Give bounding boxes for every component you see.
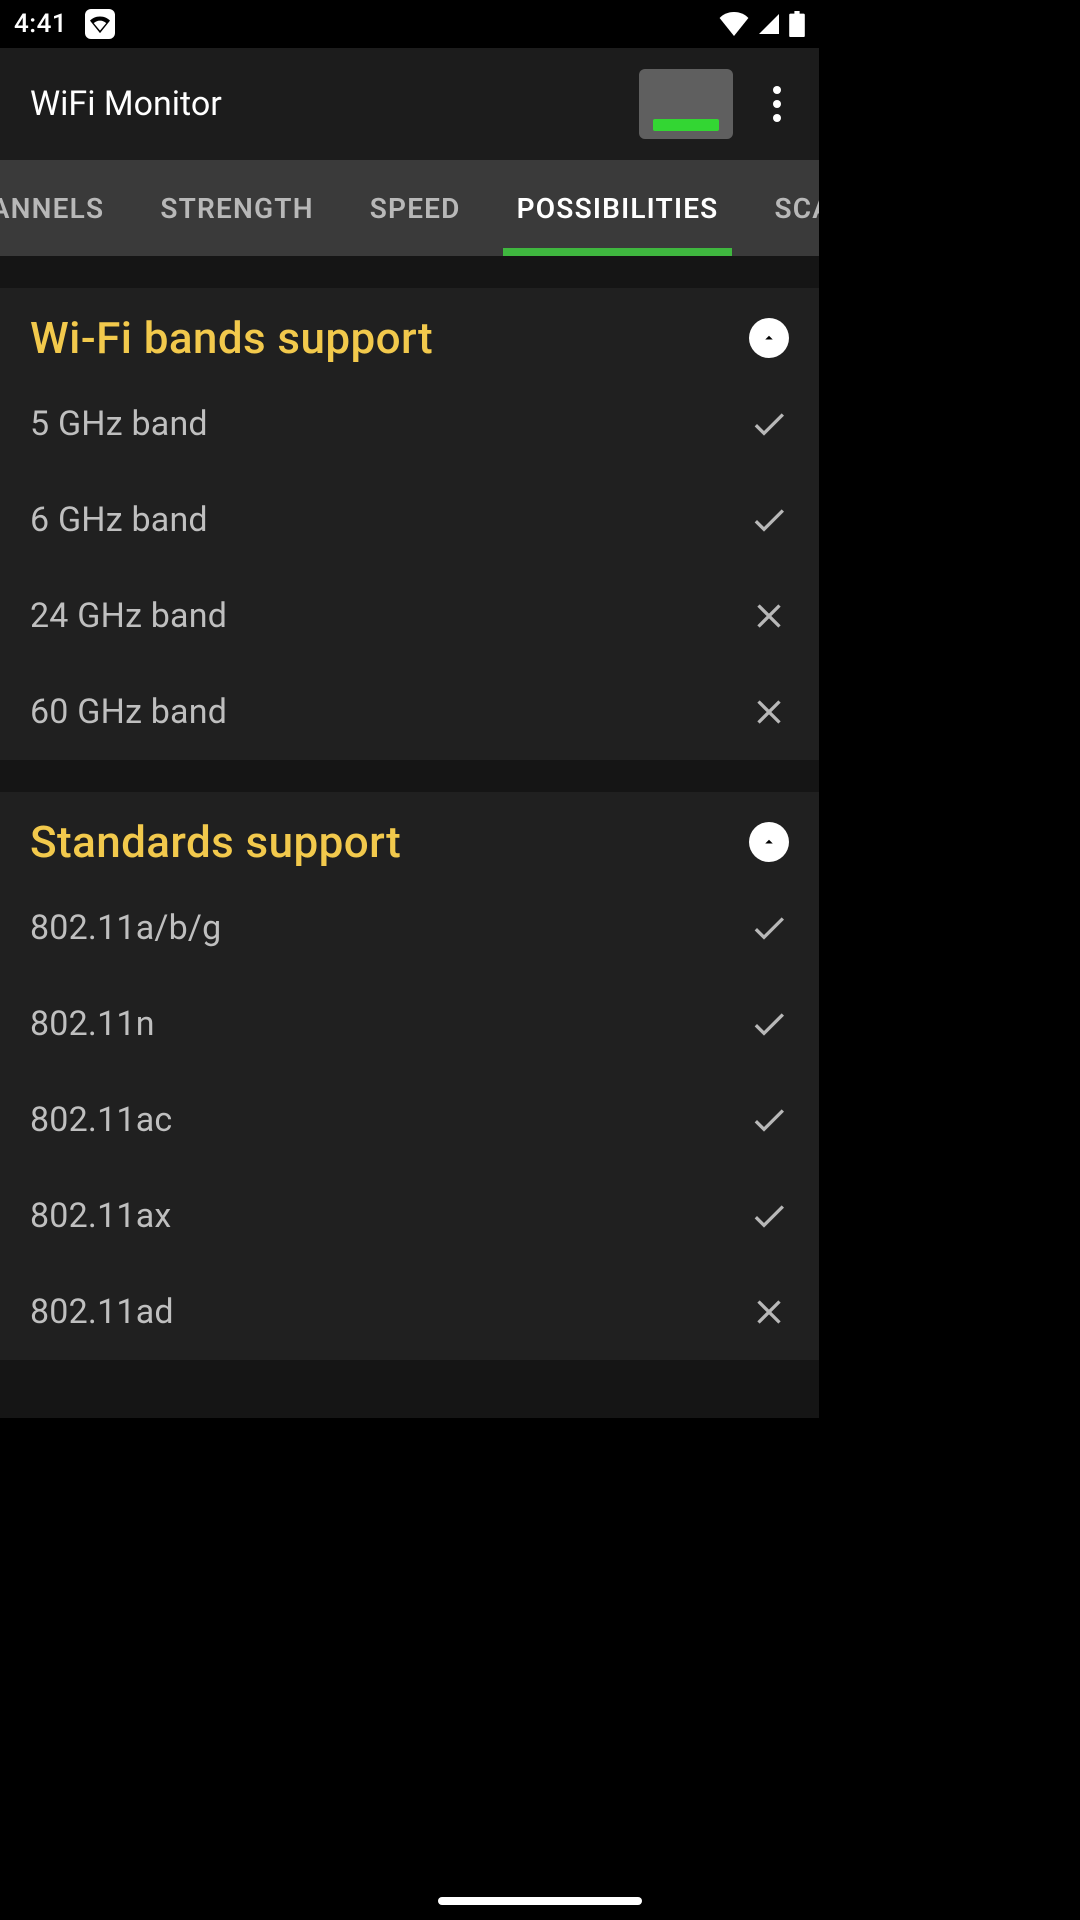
cross-icon	[749, 1292, 789, 1332]
tab-strip: CHANNELSSTRENGTHSPEEDPOSSIBILITIESSCAN	[0, 160, 819, 256]
capability-row: 24 GHz band	[0, 568, 819, 664]
capability-row: 60 GHz band	[0, 664, 819, 760]
section-title: Wi-Fi bands support	[30, 312, 733, 364]
chevron-up-icon	[760, 833, 778, 851]
wifi-icon	[719, 12, 749, 36]
capability-row: 802.11a/b/g	[0, 880, 819, 976]
capability-label: 802.11n	[30, 1004, 733, 1044]
home-handle[interactable]	[438, 1897, 642, 1905]
capability-label: 5 GHz band	[30, 404, 733, 444]
system-navbar	[0, 1882, 1080, 1920]
check-icon	[749, 1004, 789, 1044]
section-bands: Wi-Fi bands support 5 GHz band 6 GHz band 2…	[0, 288, 819, 760]
section-header-bands[interactable]: Wi-Fi bands support	[0, 288, 819, 376]
tab-scan[interactable]: SCAN	[746, 160, 819, 256]
statusbar-clock: 4:41	[14, 9, 67, 39]
capability-label: 802.11ax	[30, 1196, 733, 1236]
capability-row: 6 GHz band	[0, 472, 819, 568]
check-icon	[749, 908, 789, 948]
actionbar: WiFi Monitor	[0, 48, 819, 160]
check-icon	[749, 1100, 789, 1140]
check-icon	[749, 404, 789, 444]
tab-channels[interactable]: CHANNELS	[0, 160, 132, 256]
tab-speed[interactable]: SPEED	[342, 160, 489, 256]
section-header-standards[interactable]: Standards support	[0, 792, 819, 880]
capability-label: 802.11a/b/g	[30, 908, 733, 948]
collapse-toggle[interactable]	[749, 318, 789, 358]
chevron-up-icon	[760, 329, 778, 347]
cross-icon	[749, 596, 789, 636]
section-title: Standards support	[30, 816, 733, 868]
capability-row: 802.11ac	[0, 1072, 819, 1168]
section-gap	[0, 760, 819, 792]
capability-label: 6 GHz band	[30, 500, 733, 540]
overflow-menu-button[interactable]	[753, 80, 801, 128]
cell-signal-icon	[757, 12, 781, 36]
capability-label: 802.11ac	[30, 1100, 733, 1140]
tab-possibilities[interactable]: POSSIBILITIES	[489, 160, 747, 256]
capability-label: 60 GHz band	[30, 692, 733, 732]
check-icon	[749, 1196, 789, 1236]
statusbar-app-icon	[85, 9, 115, 39]
content-scroll[interactable]: Wi-Fi bands support 5 GHz band 6 GHz band 2…	[0, 256, 819, 1418]
capability-label: 802.11ad	[30, 1292, 733, 1332]
cross-icon	[749, 692, 789, 732]
section-gap	[0, 256, 819, 288]
tab-strength[interactable]: STRENGTH	[132, 160, 341, 256]
capability-row: 802.11ax	[0, 1168, 819, 1264]
capability-row: 802.11ad	[0, 1264, 819, 1360]
section-standards: Standards support 802.11a/b/g 802.11n 802.1…	[0, 792, 819, 1360]
battery-icon	[789, 11, 805, 37]
check-icon	[749, 500, 789, 540]
capability-row: 802.11n	[0, 976, 819, 1072]
ad-signal-chip[interactable]	[639, 69, 733, 139]
statusbar: 4:41	[0, 0, 819, 48]
collapse-toggle[interactable]	[749, 822, 789, 862]
capability-row: 5 GHz band	[0, 376, 819, 472]
capability-label: 24 GHz band	[30, 596, 733, 636]
app-title: WiFi Monitor	[30, 84, 619, 124]
